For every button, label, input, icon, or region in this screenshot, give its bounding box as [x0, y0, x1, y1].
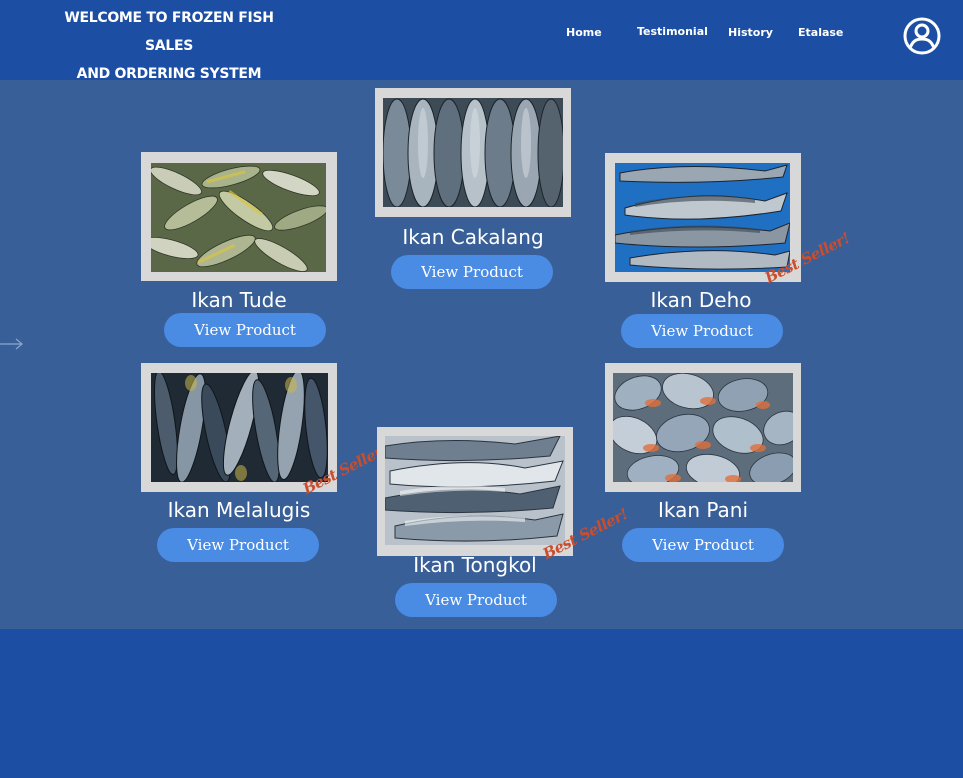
product-name-tude: Ikan Tude [191, 288, 287, 312]
view-product-button-tude[interactable]: View Product [164, 313, 326, 347]
product-card-deho[interactable] [605, 153, 801, 282]
view-product-button-tongkol[interactable]: View Product [395, 583, 557, 617]
fish-photo-cakalang [383, 98, 563, 207]
view-product-button-deho[interactable]: View Product [621, 314, 783, 348]
fish-photo-tongkol [385, 436, 565, 545]
user-circle-icon [903, 17, 941, 55]
site-title: WELCOME TO FROZEN FISH SALES AND ORDERIN… [40, 4, 298, 88]
product-card-melalugis[interactable] [141, 363, 337, 492]
nav-testimonial[interactable]: Testimonial [637, 25, 708, 38]
fish-photo-tude [151, 163, 326, 272]
product-name-cakalang: Ikan Cakalang [402, 225, 544, 249]
product-name-tongkol: Ikan Tongkol [413, 553, 537, 577]
product-name-deho: Ikan Deho [650, 288, 752, 312]
product-name-melalugis: Ikan Melalugis [167, 498, 311, 522]
page: WELCOME TO FROZEN FISH SALES AND ORDERIN… [0, 0, 963, 778]
fish-photo-pani [613, 373, 793, 482]
product-name-pani: Ikan Pani [657, 498, 749, 522]
site-title-line-1: WELCOME TO FROZEN FISH SALES [64, 10, 274, 54]
header-bar: WELCOME TO FROZEN FISH SALES AND ORDERIN… [0, 0, 963, 82]
nav-etalase[interactable]: Etalase [798, 26, 843, 39]
profile-button[interactable] [902, 16, 942, 56]
arrow-left-icon [0, 338, 23, 350]
product-card-cakalang[interactable] [375, 88, 571, 217]
fish-photo-melalugis [151, 373, 328, 482]
nav-home[interactable]: Home [566, 26, 602, 39]
view-product-button-cakalang[interactable]: View Product [391, 255, 553, 289]
product-card-tongkol[interactable] [377, 427, 573, 556]
carousel-prev-button[interactable] [0, 335, 24, 353]
view-product-button-pani[interactable]: View Product [622, 528, 784, 562]
fish-photo-deho [615, 163, 790, 272]
view-product-button-melalugis[interactable]: View Product [157, 528, 319, 562]
nav-history[interactable]: History [728, 26, 773, 39]
product-card-tude[interactable] [141, 152, 337, 281]
product-card-pani[interactable] [605, 363, 801, 492]
